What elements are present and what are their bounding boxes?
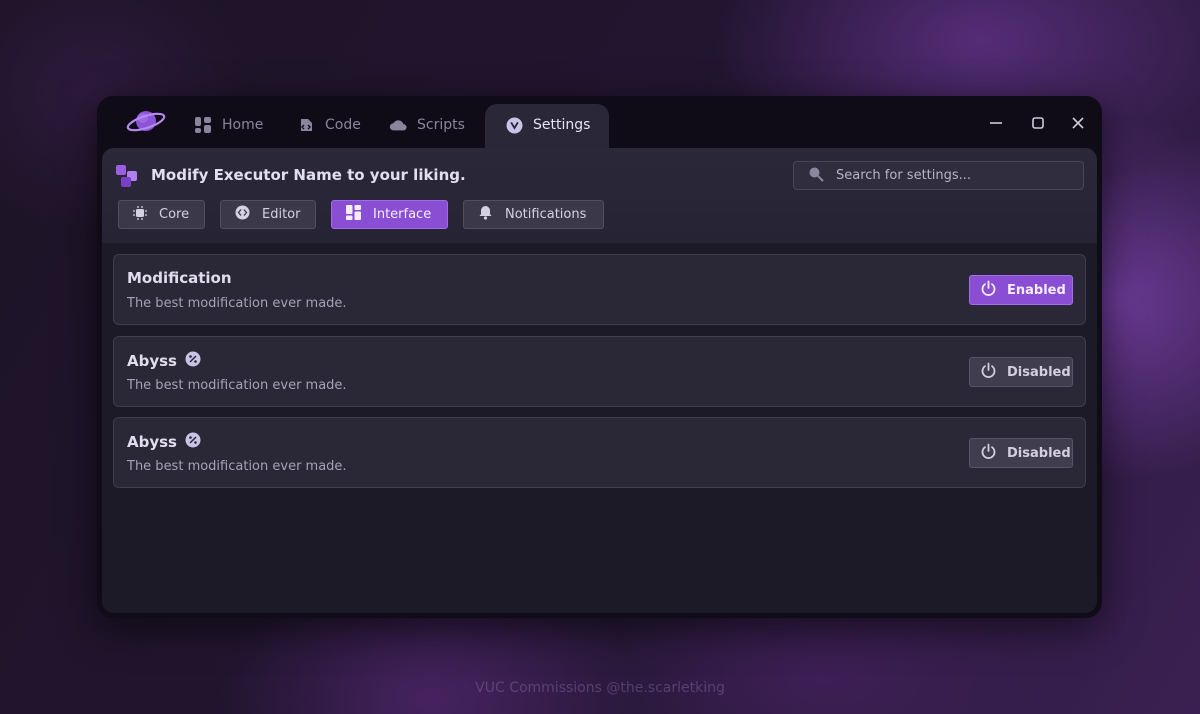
verified-badge-icon xyxy=(185,432,201,452)
maximize-button[interactable] xyxy=(1025,110,1051,136)
setting-description: The best modification ever made. xyxy=(127,296,347,311)
tab-label: Home xyxy=(222,117,264,133)
chip-icon xyxy=(133,205,147,224)
minimize-icon xyxy=(990,122,1002,124)
category-label: Interface xyxy=(373,207,432,222)
setting-description: The best modification ever made. xyxy=(127,459,347,474)
power-icon xyxy=(980,362,997,383)
setting-row: Modification The best modification ever … xyxy=(113,254,1086,325)
category-interface[interactable]: Interface xyxy=(331,200,448,229)
close-button[interactable] xyxy=(1065,110,1091,136)
power-icon xyxy=(980,443,997,464)
settings-header: Modify Executor Name to your liking. Sea… xyxy=(102,148,1097,243)
app-window: Home Code Scripts Settings Modify Execut… xyxy=(97,96,1102,618)
code-icon xyxy=(297,116,315,134)
setting-row: Abyss The best modification ever made. D… xyxy=(113,417,1086,488)
category-notifications[interactable]: Notifications xyxy=(463,200,604,229)
planet-logo-icon xyxy=(125,106,167,136)
verified-badge-icon xyxy=(185,351,201,371)
settings-icon xyxy=(505,116,523,134)
tab-bar: Home Code Scripts Settings xyxy=(97,96,1102,156)
search-box[interactable] xyxy=(793,161,1084,190)
cloud-icon xyxy=(389,116,407,134)
minimize-button[interactable] xyxy=(983,110,1009,136)
search-input[interactable] xyxy=(836,168,1066,183)
power-icon xyxy=(980,280,997,301)
toggle-button[interactable]: Disabled xyxy=(969,438,1073,468)
category-core[interactable]: Core xyxy=(118,200,205,229)
toggle-label: Disabled xyxy=(1007,364,1071,380)
puzzle-icon xyxy=(116,165,138,187)
close-icon xyxy=(1072,117,1084,129)
maximize-icon xyxy=(1032,117,1044,129)
toggle-button[interactable]: Disabled xyxy=(969,357,1073,387)
category-label: Notifications xyxy=(505,207,587,222)
bell-icon xyxy=(478,205,493,224)
tab-label: Code xyxy=(325,117,361,133)
tab-label: Settings xyxy=(533,117,591,133)
grid-icon xyxy=(194,116,212,134)
code-circle-icon xyxy=(235,205,250,224)
search-icon xyxy=(808,166,824,186)
toggle-label: Disabled xyxy=(1007,445,1071,461)
tab-scripts[interactable]: Scripts xyxy=(389,112,465,138)
tab-home[interactable]: Home xyxy=(194,112,263,138)
setting-row: Abyss The best modification ever made. D… xyxy=(113,336,1086,407)
setting-title: Abyss xyxy=(127,351,201,371)
watermark: VUC Commissions @the.scarletking xyxy=(475,680,725,696)
settings-panel: Modify Executor Name to your liking. Sea… xyxy=(102,148,1097,613)
category-label: Core xyxy=(159,207,190,222)
layout-icon xyxy=(346,205,361,224)
category-editor[interactable]: Editor xyxy=(220,200,316,229)
toggle-label: Enabled xyxy=(1007,282,1066,298)
tab-settings[interactable]: Settings xyxy=(505,112,590,138)
tab-code[interactable]: Code xyxy=(297,112,361,138)
toggle-button[interactable]: Enabled xyxy=(969,275,1073,305)
tab-label: Scripts xyxy=(417,117,465,133)
setting-title: Abyss xyxy=(127,432,201,452)
setting-title: Modification xyxy=(127,269,232,287)
page-title: Modify Executor Name to your liking. xyxy=(151,166,466,184)
setting-description: The best modification ever made. xyxy=(127,378,347,393)
category-label: Editor xyxy=(262,207,301,222)
